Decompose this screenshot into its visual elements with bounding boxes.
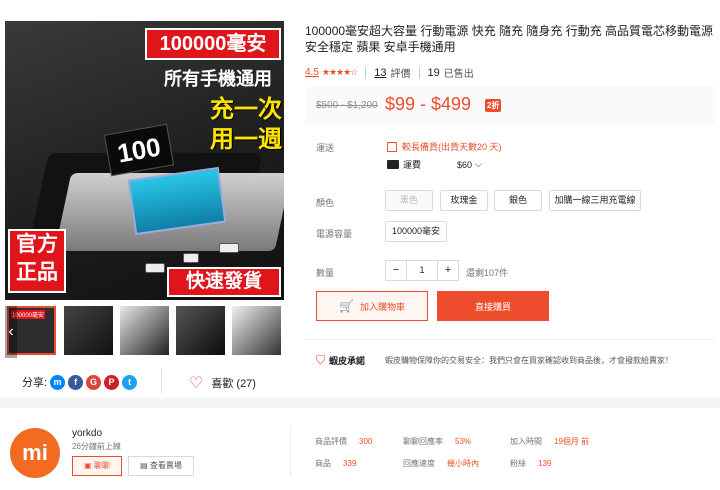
add-to-cart-button[interactable]: 🛒 加入購物車 [316, 291, 428, 321]
twitter-icon[interactable]: t [122, 374, 138, 390]
stock-remaining: 還剩107件 [466, 268, 509, 278]
official-badge: 官方 正品 [8, 229, 66, 293]
heart-icon: ♡ [189, 375, 204, 392]
chat-icon: ▣ [84, 461, 92, 470]
prev-arrow-icon[interactable]: ‹ [5, 306, 17, 358]
usb-port-icon [219, 243, 239, 253]
shop-name: yorkdo [72, 428, 103, 439]
chat-button[interactable]: ▣ 聊聊 [72, 456, 122, 476]
color-label: 顏色 [316, 198, 335, 208]
thumbnail[interactable] [232, 306, 281, 355]
current-price: $99 - $499 [385, 94, 472, 114]
product-section: 100 100000毫安 所有手機通用 充一次 用一週 官方 正品 快速發貨 ‹… [0, 0, 720, 398]
rating-value[interactable]: 4.5 [305, 67, 319, 78]
shop-online-status: 26分鐘前上線 [72, 442, 121, 451]
star-rating-icon: ★★★★☆ [321, 67, 358, 77]
stat-rating: 商品評價 300 [315, 437, 373, 446]
price-box: $500 - $1,200 $99 - $499 2折 [305, 87, 715, 125]
store-icon: ▤ [140, 461, 148, 470]
usb-c-port-icon [183, 253, 199, 263]
calendar-icon [387, 141, 397, 152]
preorder-info: 較長備貨(出貨天數20 天) [387, 140, 502, 153]
guarantee-row: ⛉ 蝦皮承諾 蝦皮購物保障你的交易安全：我們只會在買家確認收到商品後，才會撥款給… [316, 353, 674, 367]
thumbnail[interactable] [64, 306, 113, 355]
use-week-text: 用一週 [210, 126, 282, 153]
qty-input[interactable]: 1 [407, 260, 437, 281]
capacity-badge: 100000毫安 [145, 28, 281, 60]
product-main-image[interactable]: 100 100000毫安 所有手機通用 充一次 用一週 官方 正品 快速發貨 [5, 21, 284, 300]
facebook-icon[interactable]: f [68, 374, 84, 390]
google-plus-icon[interactable]: G [86, 374, 102, 390]
shop-avatar[interactable]: mi [10, 428, 60, 478]
stat-reply-rate: 聊聊回應率 53% [403, 437, 472, 446]
quantity-stepper: − 1 + [385, 260, 459, 281]
divider [161, 369, 162, 393]
discount-badge: 2折 [485, 99, 502, 112]
thumbnail[interactable] [120, 306, 169, 355]
fast-ship-badge: 快速發貨 [167, 267, 281, 297]
stat-products: 商品 339 [315, 459, 357, 468]
usb-port-icon [145, 263, 165, 273]
reviews-count[interactable]: 13 [374, 67, 386, 79]
thumbnail-strip: ‹ 100000毫安 [5, 306, 284, 358]
stat-reply-speed: 回應速度 幾小時內 [403, 459, 479, 468]
truck-icon [387, 160, 399, 169]
compat-text: 所有手機通用 [164, 69, 272, 89]
capacity-option[interactable]: 100000毫安 [385, 221, 447, 242]
quantity-label: 數量 [316, 268, 335, 278]
capacity-label: 電源容量 [316, 229, 353, 239]
sold-count: 19 [427, 66, 440, 79]
messenger-icon[interactable]: m [50, 374, 66, 390]
color-option-rose-gold[interactable]: 玫瑰金 [440, 190, 488, 211]
chevron-down-icon: ⌵ [475, 159, 482, 169]
color-option-silver[interactable]: 銀色 [494, 190, 542, 211]
cart-icon: 🛒 [339, 299, 354, 313]
color-option-cable[interactable]: 加購一線三用充電線 [549, 190, 641, 211]
stat-followers: 粉絲 139 [510, 459, 552, 468]
buy-now-button[interactable]: 直接購買 [437, 291, 549, 321]
pinterest-icon[interactable]: P [104, 374, 120, 390]
stat-joined: 加入時間 19個月 前 [510, 437, 590, 446]
shipping-fee-dropdown[interactable]: $60 ⌵ [457, 159, 482, 170]
thumbnail[interactable] [176, 306, 225, 355]
shipping-fee-row: 運費 $60 ⌵ [387, 158, 482, 171]
share-row: 分享: m f G P t [22, 374, 138, 390]
color-option-black[interactable]: 黑色 [385, 190, 433, 211]
product-title: 100000毫安超大容量 行動電源 快充 隨充 隨身充 行動充 高品質電芯移動電… [305, 24, 714, 54]
shipping-label: 運送 [316, 143, 335, 153]
shield-icon: ⛉ [316, 353, 326, 367]
qty-minus-button[interactable]: − [385, 260, 407, 281]
qty-plus-button[interactable]: + [437, 260, 459, 281]
visit-shop-button[interactable]: ▤ 查看賣場 [128, 456, 194, 476]
shop-section: mi yorkdo 26分鐘前上線 ▣ 聊聊 ▤ 查看賣場 商品評價 300 聊聊… [0, 408, 720, 490]
original-price: $500 - $1,200 [316, 100, 378, 111]
rating-row: 4.5 ★★★★☆ 13 評價 19 已售出 [305, 66, 474, 80]
favorite-button[interactable]: ♡ 喜歡 (27) [189, 373, 256, 393]
